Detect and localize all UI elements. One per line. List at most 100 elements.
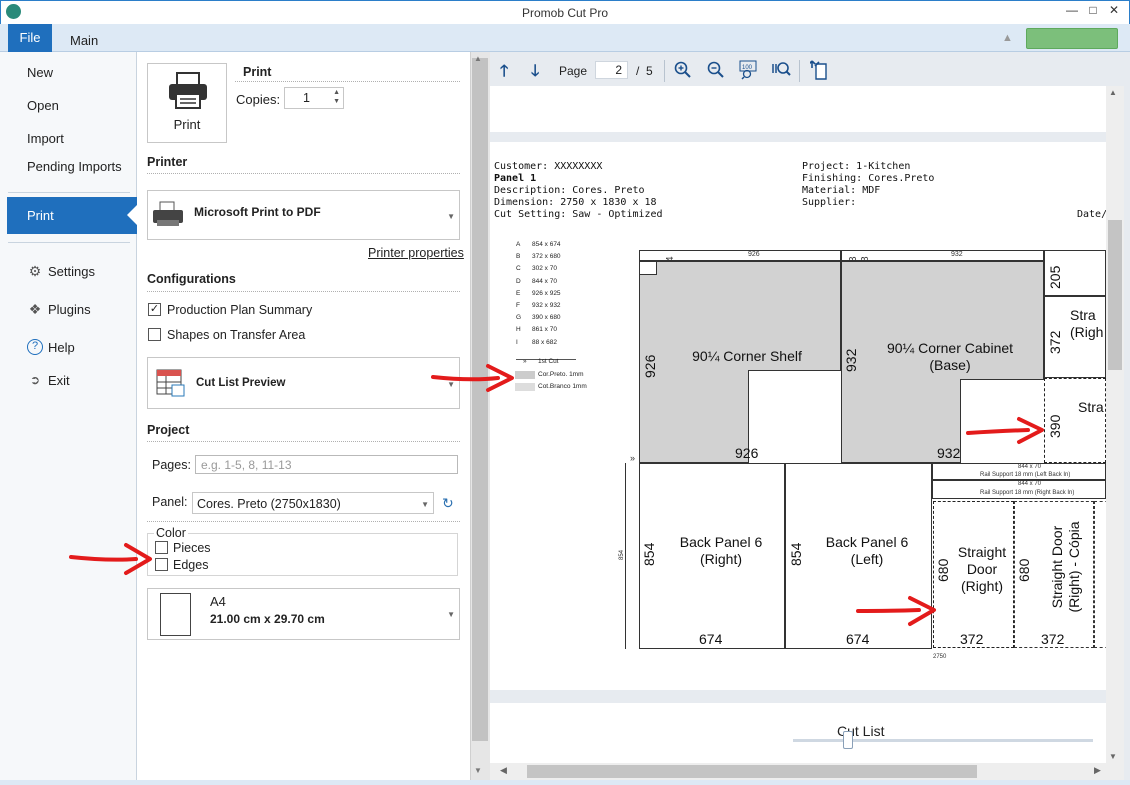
help-icon: ? — [27, 339, 43, 355]
shapes-transfer-checkbox[interactable] — [148, 328, 161, 341]
tab-file[interactable]: File — [8, 24, 52, 52]
spin-up-icon[interactable]: ▲ — [333, 89, 340, 96]
scroll-right-icon[interactable]: ▶ — [1094, 765, 1101, 776]
legend-key: D — [516, 277, 521, 285]
p8-height: 390 — [1047, 414, 1063, 438]
printer-dropdown[interactable]: Microsoft Print to PDF ▼ — [147, 190, 460, 240]
part-corner-shelf-notch — [748, 370, 842, 464]
menu-open[interactable]: Open — [27, 98, 59, 113]
project-title: Project — [147, 423, 190, 437]
chevron-down-icon: ▼ — [447, 610, 455, 619]
pages-input[interactable]: e.g. 1-5, 8, 11-13 — [195, 455, 458, 474]
printer-device-icon — [153, 201, 183, 226]
legend-key: G — [516, 314, 522, 322]
finishing-line: Finishing: Cores.Preto — [802, 173, 935, 184]
refresh-icon[interactable]: ↻ — [442, 495, 454, 512]
menu-print[interactable]: Print — [7, 197, 137, 234]
scroll-left-icon[interactable]: ◀ — [500, 765, 507, 776]
pieces-checkbox[interactable] — [155, 541, 168, 554]
zoom-slider-thumb[interactable] — [843, 731, 853, 749]
menu-divider — [8, 192, 130, 193]
minimize-icon[interactable]: — — [1062, 3, 1082, 19]
legend-key: I — [516, 338, 518, 346]
scroll-down-icon[interactable]: ▼ — [1109, 752, 1117, 761]
edge-swatch-1 — [515, 371, 535, 379]
divider — [147, 291, 460, 292]
preview-page-1 — [490, 86, 1106, 132]
zoom-in-icon[interactable] — [674, 61, 692, 79]
annotation-arrow-icon — [431, 364, 514, 392]
printer-name: Microsoft Print to PDF — [194, 205, 321, 219]
pieces-label: Pieces — [173, 541, 211, 555]
copies-spinner[interactable]: 1 ▲ ▼ — [284, 87, 344, 109]
material-line: Material: MDF — [802, 185, 881, 196]
paper-size-dropdown[interactable]: A4 21.00 cm x 29.70 cm ▼ — [147, 588, 460, 640]
maximize-icon[interactable]: □ — [1083, 3, 1103, 19]
p1-width: 926 — [735, 445, 759, 461]
edges-checkbox[interactable] — [155, 558, 168, 571]
arrow-up-icon[interactable]: 🡑 — [500, 60, 508, 87]
legend-value: 861 x 70 — [532, 326, 557, 334]
zoom-out-icon[interactable] — [707, 61, 725, 79]
edge-swatch-2 — [515, 383, 535, 391]
p7-height: 372 — [1047, 330, 1063, 354]
p3-name: Back Panel 6 (Right) — [679, 534, 763, 567]
p6-height: 680 — [1016, 558, 1032, 582]
legend-row: B 372 x 680 — [516, 253, 561, 260]
print-button[interactable]: Print — [147, 63, 227, 143]
account-button[interactable] — [1026, 28, 1118, 49]
menu-exit[interactable]: Exit — [48, 373, 70, 388]
top-strip-right — [841, 250, 1044, 261]
printer-properties-link[interactable]: Printer properties — [368, 246, 464, 260]
collapse-ribbon-icon[interactable]: ▲ — [1002, 32, 1014, 44]
preview-vertical-thumb[interactable] — [1108, 220, 1122, 370]
panel-scroll-thumb[interactable] — [472, 58, 488, 741]
legend-row: G 390 x 680 — [516, 314, 561, 321]
p5-height: 680 — [935, 558, 951, 582]
menu-pending-imports[interactable]: Pending Imports — [27, 159, 122, 174]
menu-plugins[interactable]: Plugins — [48, 302, 91, 317]
preview-horizontal-thumb[interactable] — [527, 765, 977, 778]
toolbar-divider — [799, 60, 800, 82]
legend-row: I 88 x 682 — [516, 339, 557, 346]
report-dropdown[interactable]: Cut List Preview ▼ — [147, 357, 460, 409]
panel-scroll-down-icon[interactable]: ▼ — [474, 766, 482, 775]
ribbon-tabs — [0, 24, 1130, 52]
production-plan-checkbox[interactable]: ✓ — [148, 303, 161, 316]
p3-height: 854 — [641, 542, 657, 566]
strip-dim-2: 844 x 70 — [1018, 481, 1042, 487]
p6-width: 372 — [1041, 631, 1065, 647]
arrow-down-icon[interactable]: 🡓 — [531, 60, 539, 87]
spin-down-icon[interactable]: ▼ — [333, 98, 340, 105]
menu-new[interactable]: New — [27, 65, 53, 80]
tab-main[interactable]: Main — [70, 33, 98, 48]
preview-page-3: Cut List — [490, 703, 1106, 763]
legend-value: 302 x 70 — [532, 265, 557, 273]
preview-vertical-scrollbar[interactable] — [1106, 86, 1124, 763]
zoom-slider[interactable] — [793, 739, 1093, 742]
zoom-100-icon[interactable]: 100 — [739, 60, 759, 80]
pages-label: Pages: — [152, 458, 191, 472]
legend-value: 932 x 932 — [532, 302, 561, 309]
legend-row: H 861 x 70 — [516, 326, 557, 333]
color-title: Color — [154, 526, 188, 540]
scroll-up-icon[interactable]: ▲ — [1109, 88, 1117, 97]
panel-line: Panel 1 — [494, 173, 537, 184]
menu-import[interactable]: Import — [27, 131, 64, 146]
legend-value: 390 x 680 — [532, 314, 561, 322]
configurations-title: Configurations — [147, 272, 236, 286]
legend-cut: 1st Cut — [538, 358, 559, 365]
menu-settings[interactable]: Settings — [48, 264, 95, 279]
p2-width: 932 — [937, 445, 961, 461]
printer-icon — [169, 72, 207, 109]
page-number-input[interactable]: 2 — [595, 61, 628, 79]
panel-scroll-up-icon[interactable]: ▲ — [474, 54, 482, 63]
export-page-icon[interactable] — [810, 60, 830, 80]
menu-help[interactable]: Help — [48, 340, 75, 355]
divider — [147, 441, 460, 442]
zoom-fit-icon[interactable] — [772, 61, 792, 79]
panel-select[interactable]: Cores. Preto (2750x1830) ▼ — [192, 492, 434, 514]
menu-print-label: Print — [27, 208, 54, 223]
close-icon[interactable]: ✕ — [1104, 3, 1124, 19]
page-separator: / — [636, 64, 640, 78]
